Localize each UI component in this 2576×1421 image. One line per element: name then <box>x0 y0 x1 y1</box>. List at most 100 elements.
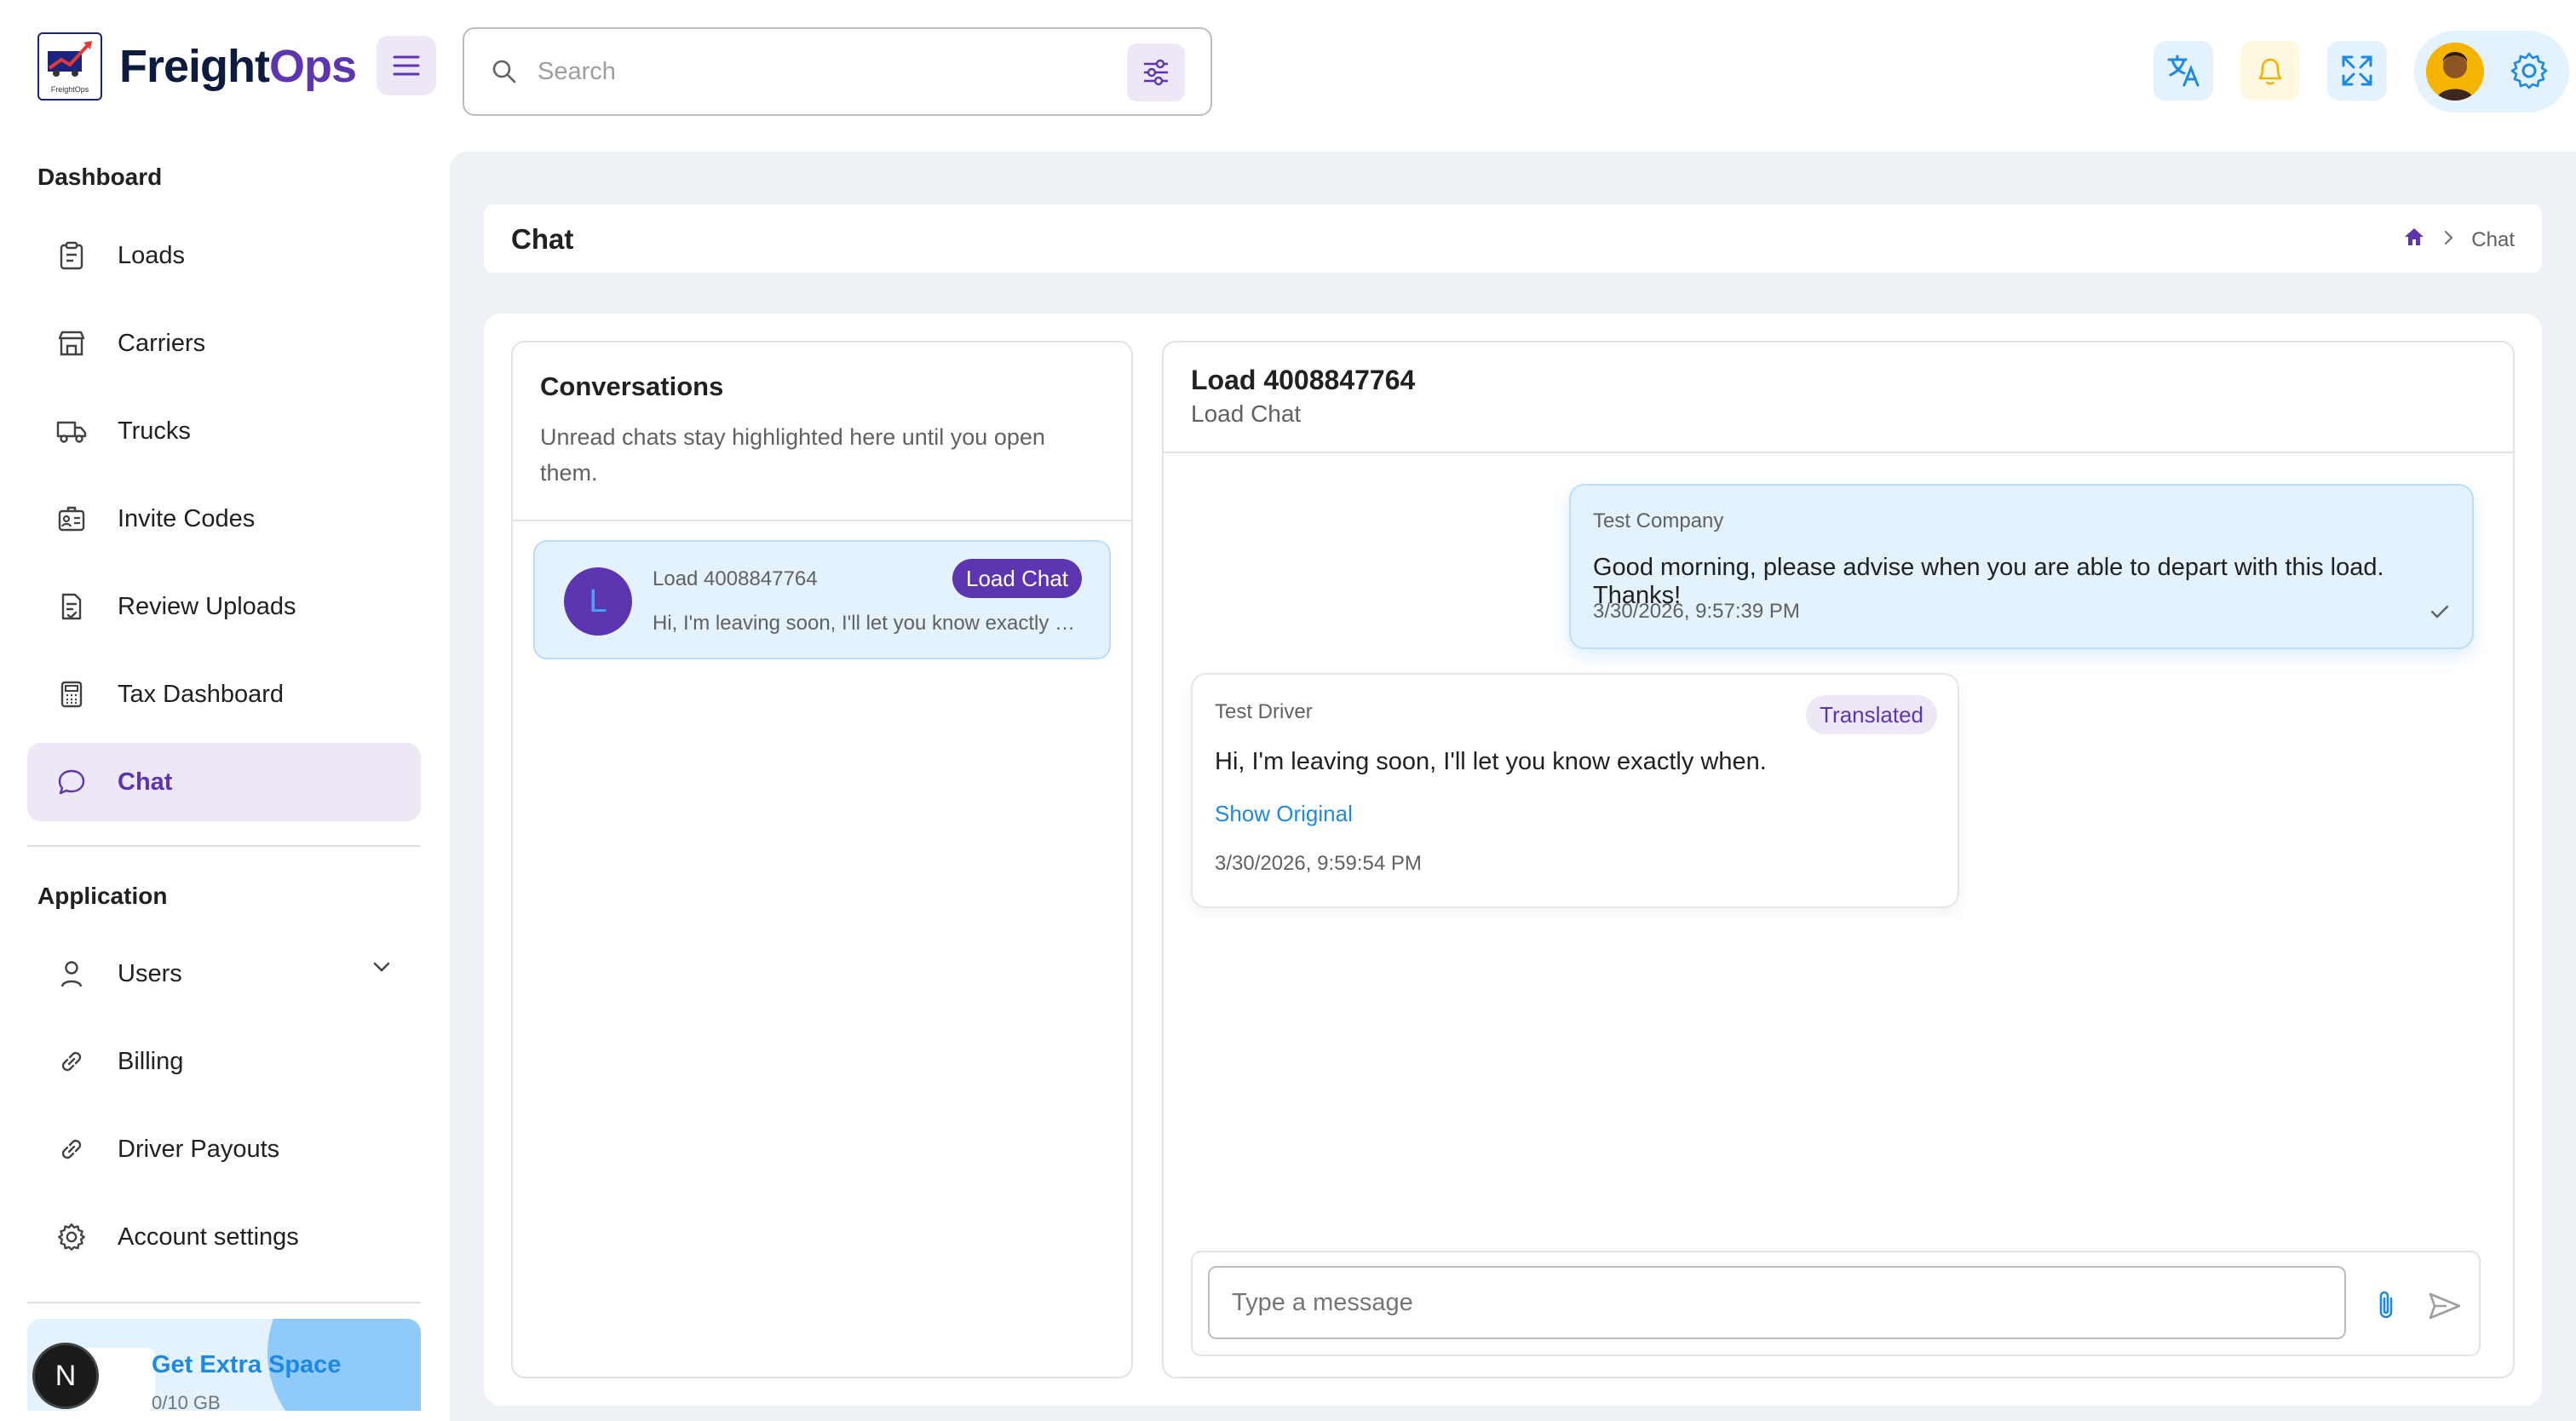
sidebar-item-label: Trucks <box>118 417 191 445</box>
sidebar-item-label: Driver Payouts <box>118 1135 280 1163</box>
search-input[interactable] <box>538 57 1100 86</box>
home-icon[interactable] <box>2403 227 2425 253</box>
logo-mark-icon: FreightOps <box>37 32 102 101</box>
calculator-icon <box>56 679 87 710</box>
sidebar-item-account-settings[interactable]: Account settings <box>27 1198 421 1276</box>
sidebar-item-trucks[interactable]: Trucks <box>27 392 421 470</box>
message-sender: Test Company <box>1593 509 1724 532</box>
conversation-type-badge: Load Chat <box>952 559 1082 598</box>
sidebar-item-driver-payouts[interactable]: Driver Payouts <box>27 1110 421 1188</box>
top-header: FreightOps FreightOps <box>0 0 2576 145</box>
divider <box>513 520 1131 521</box>
breadcrumb-current: Chat <box>2471 227 2515 251</box>
extra-space-usage: 0/10 GB <box>152 1392 221 1411</box>
bell-icon <box>2258 58 2282 85</box>
sidebar-item-tax-dashboard[interactable]: Tax Dashboard <box>27 655 421 734</box>
building-icon <box>56 328 87 359</box>
sidebar-item-label: Loads <box>118 241 186 269</box>
message-time: 3/30/2026, 9:57:39 PM <box>1593 600 1800 623</box>
sidebar-item-label: Invite Codes <box>118 504 256 532</box>
user-icon <box>56 958 87 989</box>
conversations-title: Conversations <box>540 371 724 401</box>
avatar <box>2426 43 2484 101</box>
search-filter-button[interactable] <box>1127 43 1185 101</box>
chat-card: Conversations Unread chats stay highligh… <box>484 314 2542 1406</box>
sidebar-item-billing[interactable]: Billing <box>27 1022 421 1101</box>
sidebar: Dashboard Loads Carriers Trucks Invite C… <box>0 145 450 1421</box>
show-original-link[interactable]: Show Original <box>1215 801 1353 827</box>
sidebar-item-users[interactable]: Users <box>27 935 421 1013</box>
gear-icon <box>2510 52 2548 89</box>
link-icon <box>56 1046 87 1077</box>
translate-icon <box>2167 55 2199 87</box>
chevron-right-icon <box>2442 228 2454 252</box>
floating-dev-badge[interactable]: N <box>32 1343 99 1409</box>
page-title: Chat <box>511 223 574 255</box>
logo-mini-text: FreightOps <box>50 85 89 94</box>
translate-button[interactable] <box>2153 41 2213 101</box>
divider <box>1164 452 2513 453</box>
message-time: 3/30/2026, 9:59:54 PM <box>1215 852 1422 875</box>
message-incoming: Test Driver Translated Hi, I'm leaving s… <box>1191 673 1959 908</box>
clipboard-icon <box>56 240 87 271</box>
brand-name-part1: Freight <box>119 41 270 92</box>
menu-icon <box>393 55 420 76</box>
sidebar-item-label: Tax Dashboard <box>118 680 285 708</box>
message-outgoing: Test Company Good morning, please advise… <box>1569 484 2474 649</box>
sidebar-item-chat[interactable]: Chat <box>27 743 421 821</box>
sidebar-item-label: Chat <box>118 768 173 796</box>
chat-panel: Load 4008847764 Load Chat Test Company G… <box>1162 341 2515 1378</box>
search-bar <box>463 27 1212 116</box>
sidebar-item-review-uploads[interactable]: Review Uploads <box>27 567 421 646</box>
message-body: Hi, I'm leaving soon, I'll let you know … <box>1215 748 1767 775</box>
brand-name: FreightOps <box>119 40 357 93</box>
sidebar-item-label: Carriers <box>118 329 206 357</box>
page-header: Chat Chat <box>484 204 2542 273</box>
truck-icon <box>56 416 87 446</box>
file-check-icon <box>56 591 87 622</box>
paperclip-icon[interactable] <box>2375 1288 2397 1326</box>
conversation-name: Load 4008847764 <box>653 567 818 590</box>
sidebar-divider <box>27 845 421 847</box>
translated-badge: Translated <box>1806 695 1937 734</box>
sidebar-item-label: Billing <box>118 1047 184 1075</box>
main-content: Chat Chat Conversations Unread chats sta… <box>450 152 2576 1421</box>
id-card-icon <box>56 503 87 534</box>
send-icon[interactable] <box>2428 1292 2462 1325</box>
brand-name-part2: Ops <box>269 41 357 92</box>
chat-bubble-icon <box>56 767 87 797</box>
sidebar-item-label: Users <box>118 959 182 987</box>
sidebar-item-label: Account settings <box>118 1223 299 1251</box>
breadcrumb: Chat <box>2403 227 2515 253</box>
sidebar-item-carriers[interactable]: Carriers <box>27 304 421 383</box>
menu-toggle-button[interactable] <box>377 36 436 95</box>
sidebar-item-invite-codes[interactable]: Invite Codes <box>27 480 421 558</box>
checkmark-icon <box>2429 603 2450 624</box>
sidebar-section-dashboard: Dashboard <box>37 164 163 190</box>
chat-title: Load 4008847764 <box>1191 365 1416 395</box>
conversation-avatar: L <box>564 567 632 636</box>
filter-icon <box>1144 59 1168 86</box>
sidebar-divider <box>27 1302 421 1303</box>
message-input[interactable] <box>1208 1266 2346 1339</box>
brand-logo[interactable]: FreightOps FreightOps <box>37 32 357 101</box>
conversations-panel: Conversations Unread chats stay highligh… <box>511 341 1133 1378</box>
fullscreen-icon <box>2342 55 2372 86</box>
fullscreen-button[interactable] <box>2327 41 2387 101</box>
search-icon <box>492 60 516 83</box>
sidebar-section-application: Application <box>37 883 168 909</box>
conversations-subtitle: Unread chats stay highlighted here until… <box>540 424 1045 486</box>
message-composer <box>1191 1251 2481 1356</box>
extra-space-title: Get Extra Space <box>152 1351 342 1378</box>
chevron-down-icon <box>371 960 392 978</box>
gear-icon <box>56 1222 87 1252</box>
message-sender: Test Driver <box>1215 700 1313 723</box>
notifications-button[interactable] <box>2240 41 2300 101</box>
link-icon <box>56 1134 87 1165</box>
conversation-item[interactable]: L Load 4008847764 Load Chat Hi, I'm leav… <box>533 540 1111 659</box>
chat-subtitle: Load Chat <box>1191 400 1302 427</box>
sidebar-item-loads[interactable]: Loads <box>27 216 421 295</box>
conversation-preview: Hi, I'm leaving soon, I'll let you know … <box>653 612 1078 635</box>
sidebar-item-label: Review Uploads <box>118 592 296 620</box>
profile-menu-button[interactable] <box>2414 31 2569 112</box>
